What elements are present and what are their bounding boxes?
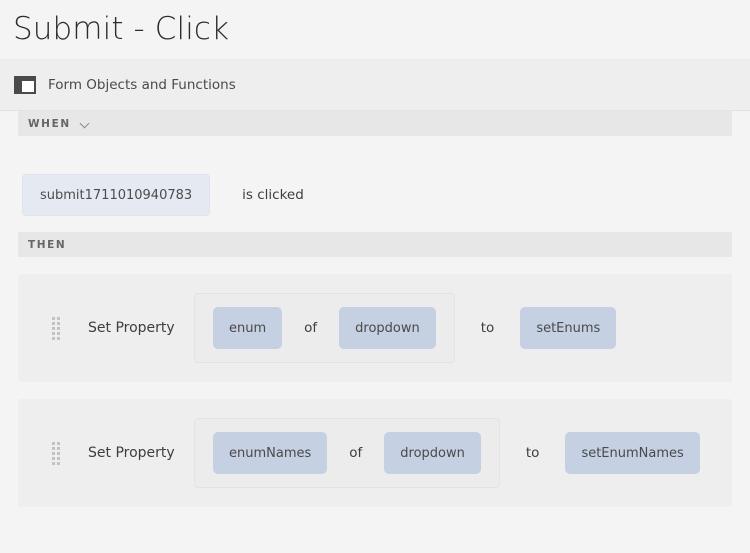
when-strip-wrapper: WHEN xyxy=(0,111,750,136)
drag-handle-icon[interactable] xyxy=(52,317,60,340)
trigger-event-label: is clicked xyxy=(242,187,304,203)
when-label: WHEN xyxy=(28,117,71,130)
form-layout-icon xyxy=(14,76,36,94)
property-token[interactable]: enum xyxy=(213,307,283,349)
action-type-label: Set Property xyxy=(88,320,175,336)
then-section-header[interactable]: THEN xyxy=(18,232,732,257)
to-connector-label: to xyxy=(480,320,495,336)
of-connector-label: of xyxy=(304,320,318,336)
trigger-object-pill[interactable]: submit1711010940783 xyxy=(22,174,211,216)
action-operand-group: enumNames of dropdown xyxy=(194,418,500,488)
property-token[interactable]: enumNames xyxy=(213,432,328,474)
when-clause-row: submit1711010940783 is clicked xyxy=(0,136,750,232)
action-type-label: Set Property xyxy=(88,445,175,461)
then-label: THEN xyxy=(28,238,67,251)
target-object-token[interactable]: dropdown xyxy=(384,432,481,474)
action-row[interactable]: Set Property enum of dropdown to setEnum… xyxy=(18,274,732,382)
context-label: Form Objects and Functions xyxy=(48,77,236,93)
page-title: Submit - Click xyxy=(13,11,230,47)
action-row[interactable]: Set Property enumNames of dropdown to se… xyxy=(18,399,732,507)
when-section-header[interactable]: WHEN xyxy=(18,111,732,136)
then-strip-wrapper: THEN xyxy=(0,232,750,257)
to-connector-label: to xyxy=(525,445,540,461)
target-object-token[interactable]: dropdown xyxy=(339,307,436,349)
drag-handle-icon[interactable] xyxy=(52,442,60,465)
context-breadcrumb[interactable]: Form Objects and Functions xyxy=(0,60,750,111)
title-bar: Submit - Click xyxy=(0,0,750,60)
value-token[interactable]: setEnumNames xyxy=(565,432,700,474)
then-action-list: Set Property enum of dropdown to setEnum… xyxy=(0,274,750,507)
action-operand-group: enum of dropdown xyxy=(194,293,455,363)
chevron-down-icon[interactable] xyxy=(80,118,91,129)
of-connector-label: of xyxy=(349,445,363,461)
value-token[interactable]: setEnums xyxy=(520,307,617,349)
